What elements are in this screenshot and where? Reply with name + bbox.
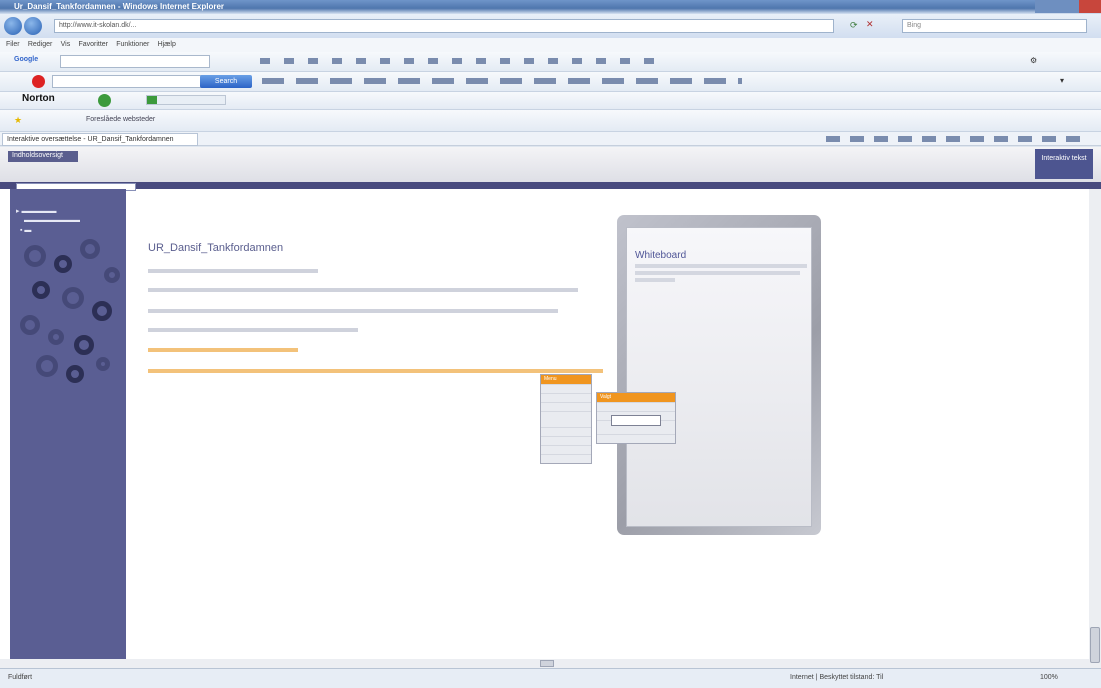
decor-ring: [36, 355, 58, 377]
norton-toolbar: Norton: [0, 92, 1101, 110]
decor-ring: [96, 357, 110, 371]
tab-bar: Interaktive oversættelse - UR_Dansif_Tan…: [0, 132, 1101, 146]
header-label[interactable]: Indholdsoversigt: [8, 151, 78, 162]
vertical-scrollbar[interactable]: [1089, 189, 1101, 668]
back-button[interactable]: [4, 17, 22, 35]
close-button[interactable]: [1079, 0, 1101, 13]
window-title: Ur_Dansif_Tankfordamnen - Windows Intern…: [14, 2, 225, 11]
norton-check-icon: [98, 94, 111, 107]
context-submenu-item[interactable]: [597, 402, 675, 411]
menu-favorites[interactable]: Favoritter: [78, 41, 108, 48]
context-menu-item[interactable]: [541, 411, 591, 427]
menu-help[interactable]: Hjælp: [158, 41, 176, 48]
wrench-icon[interactable]: ⚙: [1030, 56, 1037, 65]
refresh-icon[interactable]: ⟳: [850, 20, 858, 31]
decor-ring: [104, 267, 120, 283]
stop-icon[interactable]: ✕: [866, 19, 874, 30]
vertical-scroll-thumb[interactable]: [1090, 627, 1100, 663]
address-toolbar: http://www.it-skolan.dk/... ⟳ ✕ Bing: [0, 14, 1101, 38]
context-tooltip: [611, 415, 661, 426]
decor-ring: [66, 365, 84, 383]
whiteboard-text: [635, 264, 807, 268]
text-line: [148, 328, 358, 332]
horizontal-scroll-thumb[interactable]: [540, 660, 554, 667]
options-icon[interactable]: ▾: [1060, 76, 1064, 85]
whiteboard-panel[interactable]: Whiteboard: [626, 227, 812, 527]
whiteboard-text: [635, 278, 675, 282]
context-menu-item[interactable]: [541, 427, 591, 436]
status-bar: Fuldført Internet | Beskyttet tilstand: …: [0, 668, 1101, 688]
address-input[interactable]: http://www.it-skolan.dk/...: [54, 19, 834, 33]
context-submenu-header: Valgt: [597, 393, 675, 402]
decor-ring: [20, 315, 40, 335]
toolbar-search-button[interactable]: Search: [200, 75, 252, 88]
forward-button[interactable]: [24, 17, 42, 35]
menu-tools[interactable]: Funktioner: [116, 41, 149, 48]
command-bar-strip: [826, 136, 1086, 142]
decor-ring: [32, 281, 50, 299]
whiteboard-title: Whiteboard: [635, 250, 687, 261]
maximize-button[interactable]: [1057, 0, 1079, 13]
decor-ring: [48, 329, 64, 345]
google-toolbar: Google ⚙: [0, 52, 1101, 72]
decor-ring: [74, 335, 94, 355]
context-menu-item[interactable]: [541, 445, 591, 454]
highlighted-text-line[interactable]: [148, 348, 298, 352]
tree-node-root[interactable]: ▸ ▬▬▬▬▬: [16, 207, 56, 215]
toolbar-icons-strip: [260, 58, 660, 64]
zoom-level[interactable]: 100%: [1040, 674, 1058, 681]
tab-active[interactable]: Interaktive oversættelse - UR_Dansif_Tan…: [2, 133, 198, 146]
favorites-bar: ★ Foreslåede websteder: [0, 110, 1101, 132]
context-menu-item[interactable]: [541, 384, 591, 393]
search-input[interactable]: Bing: [902, 19, 1087, 33]
bookmark-toolbar: Search ▾: [0, 72, 1101, 92]
text-line: [148, 288, 578, 292]
page-title: UR_Dansif_Tankfordamnen: [148, 242, 284, 254]
google-logo: Google: [14, 56, 39, 63]
suggested-sites-link[interactable]: Foreslåede websteder: [86, 116, 155, 123]
context-menu: Menu: [540, 374, 592, 464]
navigation-panel: ▸ ▬▬▬▬▬ ▬▬▬▬▬▬▬▬ ▪ ▬: [10, 189, 126, 668]
text-line: [148, 309, 558, 313]
context-menu-item[interactable]: [541, 454, 591, 463]
text-line: [148, 269, 318, 273]
decor-ring: [92, 301, 112, 321]
decor-ring: [62, 287, 84, 309]
favorites-star-icon[interactable]: ★: [14, 115, 22, 126]
context-menu-item[interactable]: [541, 436, 591, 445]
context-menu-item[interactable]: [541, 393, 591, 402]
minimize-button[interactable]: [1035, 0, 1057, 13]
toolbar-search-input[interactable]: [52, 75, 202, 88]
red-logo-icon: [32, 75, 45, 88]
status-text: Fuldført: [8, 674, 33, 681]
highlighted-text-line[interactable]: [148, 369, 603, 373]
decor-ring: [80, 239, 100, 259]
context-menu-header: Menu: [541, 375, 591, 384]
page-viewport: Indholdsoversigt Interaktiv tekst ▸ ▬▬▬▬…: [0, 147, 1101, 668]
menu-view[interactable]: Vis: [61, 41, 71, 48]
norton-safe-icon[interactable]: [146, 95, 226, 105]
decor-ring: [24, 245, 46, 267]
google-search-input[interactable]: [60, 55, 210, 68]
context-submenu-item[interactable]: [597, 434, 675, 443]
tree-node-item[interactable]: ▪ ▬: [20, 227, 31, 234]
menu-bar: Filer Rediger Vis Favoritter Funktioner …: [0, 38, 1101, 52]
page-header: Indholdsoversigt Interaktiv tekst: [0, 147, 1101, 182]
menu-file[interactable]: Filer: [6, 41, 20, 48]
context-menu-item[interactable]: [541, 402, 591, 411]
window-title-bar: Ur_Dansif_Tankfordamnen - Windows Intern…: [0, 0, 1101, 14]
header-strip: [0, 182, 1101, 189]
security-zone[interactable]: Internet | Beskyttet tilstand: Til: [790, 674, 883, 681]
whiteboard-text: [635, 271, 800, 275]
decor-ring: [54, 255, 72, 273]
horizontal-scrollbar[interactable]: [0, 659, 1089, 668]
tree-node-child[interactable]: ▬▬▬▬▬▬▬▬: [24, 217, 80, 224]
norton-logo: Norton: [22, 93, 55, 104]
brand-logo: Interaktiv tekst: [1035, 149, 1093, 179]
menu-edit[interactable]: Rediger: [28, 41, 53, 48]
toolbar-links-strip: [262, 78, 742, 84]
